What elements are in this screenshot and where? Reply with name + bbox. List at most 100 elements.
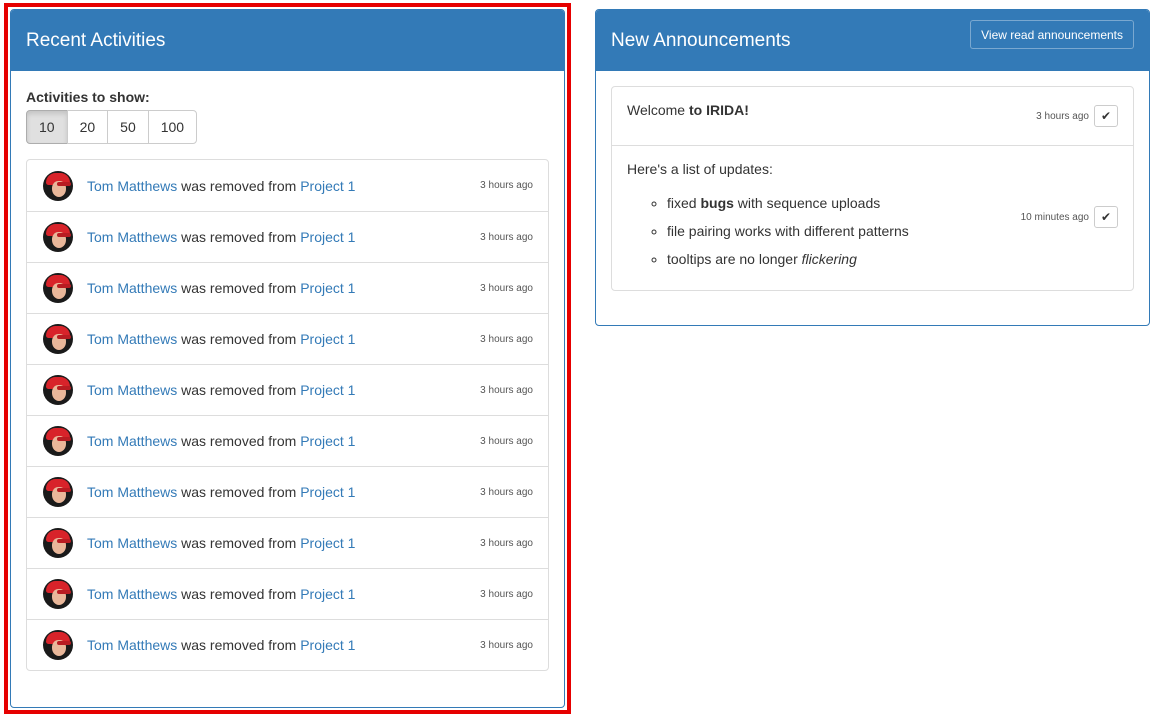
announcement-body: Here's a list of updates: 10 minutes ago…: [612, 146, 1133, 290]
activity-timestamp: 3 hours ago: [480, 384, 533, 396]
recent-activities-heading: Recent Activities: [11, 10, 564, 71]
announcement-header: Welcome to IRIDA! 3 hours ago ✔: [612, 87, 1133, 146]
activity-timestamp: 3 hours ago: [480, 282, 533, 294]
activity-timestamp: 3 hours ago: [480, 231, 533, 243]
activity-item: Tom Matthews was removed from Project 13…: [27, 262, 548, 313]
checkmark-icon: ✔: [1100, 109, 1112, 123]
activity-timestamp: 3 hours ago: [480, 537, 533, 549]
user-avatar: [43, 528, 73, 558]
project-link[interactable]: Project 1: [300, 178, 355, 194]
activity-text: Tom Matthews was removed from Project 1: [87, 433, 480, 449]
update-item: file pairing works with different patter…: [667, 222, 1118, 241]
user-avatar: [43, 477, 73, 507]
show-100-button[interactable]: 100: [147, 110, 198, 144]
project-link[interactable]: Project 1: [300, 433, 355, 449]
activities-count-button-group: 10 20 50 100: [26, 110, 198, 144]
activity-text: Tom Matthews was removed from Project 1: [87, 586, 480, 602]
activity-timestamp: 3 hours ago: [480, 486, 533, 498]
activity-timestamp: 3 hours ago: [480, 435, 533, 447]
show-50-button[interactable]: 50: [107, 110, 149, 144]
update-list: fixed bugs with sequence uploads file pa…: [627, 194, 1118, 269]
announcement-card: Welcome to IRIDA! 3 hours ago ✔ Here's a…: [611, 86, 1134, 291]
activity-item: Tom Matthews was removed from Project 13…: [27, 364, 548, 415]
project-link[interactable]: Project 1: [300, 331, 355, 347]
announcement-timestamp: 3 hours ago: [1036, 111, 1089, 122]
checkmark-icon: ✔: [1100, 210, 1112, 224]
activity-text: Tom Matthews was removed from Project 1: [87, 280, 480, 296]
activity-timestamp: 3 hours ago: [480, 180, 533, 191]
user-avatar: [43, 630, 73, 660]
activity-action: was removed from: [181, 280, 297, 296]
activity-action: was removed from: [181, 382, 297, 398]
activity-item: Tom Matthews was removed from Project 13…: [27, 466, 548, 517]
activity-item: Tom Matthews was removed from Project 13…: [27, 160, 548, 211]
user-link[interactable]: Tom Matthews: [87, 535, 177, 551]
recent-activities-title: Recent Activities: [26, 29, 166, 51]
activities-filter-label: Activities to show:: [26, 89, 150, 105]
announcement-title-bold: to IRIDA!: [688, 102, 749, 118]
user-avatar: [43, 375, 73, 405]
activity-action: was removed from: [181, 535, 297, 551]
user-avatar: [43, 324, 73, 354]
update-text-bold: bugs: [700, 195, 734, 211]
user-avatar: [43, 222, 73, 252]
activity-item: Tom Matthews was removed from Project 13…: [27, 568, 548, 619]
activity-text: Tom Matthews was removed from Project 1: [87, 331, 480, 347]
update-item: fixed bugs with sequence uploads: [667, 194, 1118, 213]
user-avatar: [43, 426, 73, 456]
new-announcements-title: New Announcements: [611, 29, 791, 51]
recent-activities-panel: Recent Activities Activities to show: 10…: [10, 9, 565, 708]
activity-timestamp: 3 hours ago: [480, 588, 533, 600]
update-text: with sequence uploads: [733, 195, 881, 211]
new-announcements-heading: New Announcements View read announcement…: [596, 10, 1149, 71]
activity-action: was removed from: [181, 331, 297, 347]
activity-action: was removed from: [181, 433, 297, 449]
project-link[interactable]: Project 1: [300, 586, 355, 602]
user-link[interactable]: Tom Matthews: [87, 484, 177, 500]
project-link[interactable]: Project 1: [300, 535, 355, 551]
activity-timestamp: 3 hours ago: [480, 333, 533, 345]
project-link[interactable]: Project 1: [300, 637, 355, 653]
show-10-button[interactable]: 10: [26, 110, 68, 144]
activity-item: Tom Matthews was removed from Project 13…: [27, 313, 548, 364]
project-link[interactable]: Project 1: [300, 484, 355, 500]
activity-action: was removed from: [181, 229, 297, 245]
user-link[interactable]: Tom Matthews: [87, 280, 177, 296]
user-link[interactable]: Tom Matthews: [87, 586, 177, 602]
activity-text: Tom Matthews was removed from Project 1: [87, 535, 480, 551]
project-link[interactable]: Project 1: [300, 280, 355, 296]
project-link[interactable]: Project 1: [300, 382, 355, 398]
user-link[interactable]: Tom Matthews: [87, 433, 177, 449]
update-text-italic: flickering: [801, 251, 857, 267]
activity-text: Tom Matthews was removed from Project 1: [87, 382, 480, 398]
activity-item: Tom Matthews was removed from Project 13…: [27, 517, 548, 568]
update-item: tooltips are no longer flickering: [667, 250, 1118, 269]
activity-action: was removed from: [181, 586, 297, 602]
user-avatar: [43, 579, 73, 609]
update-text: fixed: [667, 195, 701, 211]
update-text: file pairing works with different patter…: [667, 223, 909, 239]
new-announcements-panel: New Announcements View read announcement…: [595, 9, 1150, 326]
activity-action: was removed from: [181, 637, 297, 653]
view-read-announcements-button[interactable]: View read announcements: [970, 20, 1134, 49]
user-link[interactable]: Tom Matthews: [87, 382, 177, 398]
activity-text: Tom Matthews was removed from Project 1: [87, 178, 480, 194]
user-avatar: [43, 273, 73, 303]
show-20-button[interactable]: 20: [66, 110, 109, 144]
user-link[interactable]: Tom Matthews: [87, 637, 177, 653]
activity-timestamp: 3 hours ago: [480, 639, 533, 651]
activity-item: Tom Matthews was removed from Project 1 3…: [27, 619, 548, 670]
announcement-title-prefix: Welcome: [627, 102, 689, 118]
user-avatar: [43, 170, 73, 201]
activity-text: Tom Matthews was removed from Project 1: [87, 229, 480, 245]
user-link[interactable]: Tom Matthews: [87, 331, 177, 347]
user-link[interactable]: Tom Matthews: [87, 229, 177, 245]
project-link[interactable]: Project 1: [300, 229, 355, 245]
mark-read-button[interactable]: ✔: [1094, 105, 1118, 127]
new-announcements-body: Welcome to IRIDA! 3 hours ago ✔ Here's a…: [596, 71, 1149, 306]
mark-update-read-button[interactable]: ✔: [1094, 206, 1118, 228]
announcement-intro: Here's a list of updates:: [627, 161, 773, 177]
activity-item: Tom Matthews was removed from Project 13…: [27, 211, 548, 262]
user-link[interactable]: Tom Matthews: [87, 178, 177, 194]
update-text: tooltips are no longer: [667, 251, 802, 267]
